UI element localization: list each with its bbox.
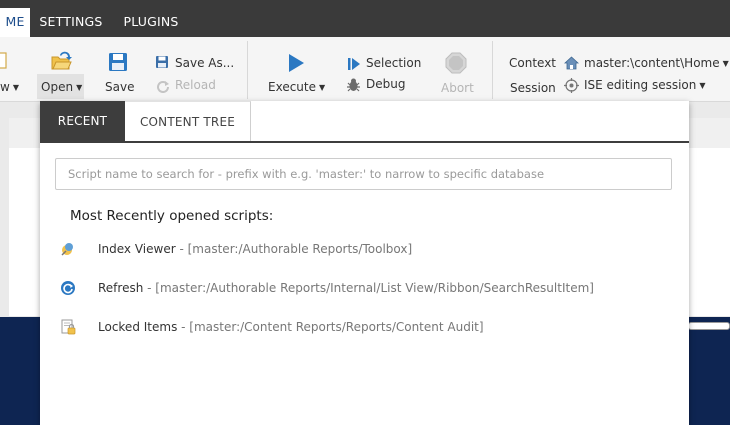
selection-button[interactable]: Selection	[366, 56, 421, 70]
recent-script-path: [master:/Authorable Reports/Toolbox]	[187, 242, 413, 256]
tab-settings[interactable]: SETTINGS	[30, 8, 112, 37]
open-button[interactable]: Open ▼	[41, 80, 82, 94]
recent-script-path: [master:/Content Reports/Reports/Content…	[189, 320, 484, 334]
session-label: Session	[510, 81, 556, 95]
execute-button[interactable]: Execute ▼	[268, 80, 325, 94]
tab-plugins[interactable]: PLUGINS	[112, 8, 190, 37]
recent-script-name: Refresh	[98, 281, 144, 295]
abort-button[interactable]: Abort	[441, 81, 474, 95]
open-folder-icon	[50, 51, 72, 73]
locked-items-icon	[60, 319, 76, 335]
script-search-input[interactable]	[55, 158, 672, 190]
ribbon-separator	[492, 41, 493, 99]
recent-scripts-heading: Most Recently opened scripts:	[70, 208, 274, 224]
save-as-icon	[155, 55, 170, 70]
tab-home[interactable]: ME	[0, 8, 30, 37]
tab-content-tree[interactable]: CONTENT TREE	[125, 101, 251, 142]
new-icon	[0, 52, 8, 70]
abort-stop-icon	[445, 52, 467, 74]
save-icon	[107, 51, 129, 73]
context-dropdown[interactable]: master:\content\Home ▼	[584, 56, 729, 70]
recent-script-path: [master:/Authorable Reports/Internal/Lis…	[155, 281, 594, 295]
debug-button[interactable]: Debug	[366, 77, 405, 91]
recent-script-name: Locked Items	[98, 320, 178, 334]
refresh-icon	[60, 280, 76, 296]
recent-script-name: Index Viewer	[98, 242, 176, 256]
reload-icon	[156, 78, 170, 93]
save-as-button[interactable]: Save As...	[175, 56, 234, 70]
session-target-icon	[564, 78, 579, 93]
debug-bug-icon	[346, 77, 361, 92]
run-selection-icon	[347, 56, 361, 70]
recent-script-item[interactable]: Index Viewer - [master:/Authorable Repor…	[60, 239, 660, 259]
tab-underline	[40, 141, 689, 143]
play-icon	[286, 53, 306, 73]
save-button[interactable]: Save	[105, 80, 134, 94]
ribbon-separator	[247, 41, 248, 99]
recent-script-item[interactable]: Refresh - [master:/Authorable Reports/In…	[60, 278, 660, 298]
tab-recent[interactable]: RECENT	[40, 101, 125, 141]
horizontal-scrollbar[interactable]	[688, 322, 730, 330]
ribbon-toolbar: w ▼ Open ▼ Save Save As... Reload Execut…	[0, 37, 730, 102]
session-dropdown[interactable]: ISE editing session ▼	[584, 78, 706, 92]
context-label: Context	[509, 56, 557, 70]
top-tab-bar: ME SETTINGS PLUGINS	[0, 0, 730, 37]
home-database-icon	[563, 56, 580, 71]
reload-button[interactable]: Reload	[175, 78, 216, 92]
recent-script-item[interactable]: Locked Items - [master:/Content Reports/…	[60, 317, 660, 337]
new-button[interactable]: w ▼	[0, 80, 19, 94]
index-viewer-icon	[60, 241, 76, 257]
open-script-panel: RECENT CONTENT TREE Most Recently opened…	[40, 101, 689, 425]
